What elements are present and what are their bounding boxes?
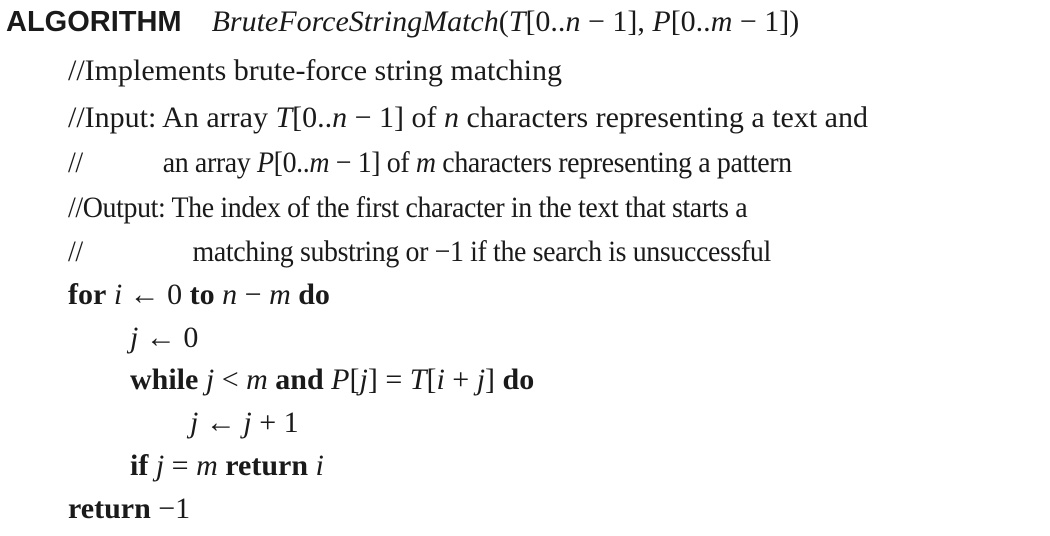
comment-text: //Input: An array — [68, 101, 276, 134]
var-P: P — [331, 363, 350, 396]
keyword-return: return — [225, 449, 309, 482]
comment-text: characters representing a text and — [459, 101, 869, 134]
var-T: T — [275, 101, 293, 134]
assign: ← 0 — [138, 321, 199, 354]
comment-output-cont: // matching substring or −1 if the search… — [68, 234, 771, 270]
code-for-line: for i ← 0 to n − m do — [68, 277, 330, 313]
comment-input-cont: //an array P[0..m − 1] of m characters r… — [68, 145, 792, 181]
code-j-init: j ← 0 — [130, 320, 198, 356]
comment-text: characters representing a pattern — [435, 146, 792, 179]
comment-text: − 1] of — [347, 101, 445, 134]
var-n: n — [444, 101, 460, 134]
algorithm-header: ALGORITHM BruteForceStringMatch(T[0..n − … — [6, 4, 799, 40]
algorithm-keyword: ALGORITHM — [6, 6, 182, 38]
comment-text: matching substring or −1 if the search i… — [192, 235, 772, 268]
keyword-do: do — [502, 363, 535, 396]
var-i: i — [436, 363, 445, 396]
var-m: m — [269, 278, 291, 311]
var-n: n — [332, 101, 348, 134]
bracket: [ — [349, 363, 360, 396]
plus-one: + 1 — [251, 406, 299, 439]
comment-implements: //Implements brute-force string matching — [68, 53, 562, 89]
keyword-if: if — [130, 449, 149, 482]
keyword-while: while — [130, 363, 199, 396]
var-j: j — [476, 363, 486, 396]
return-value: −1 — [150, 492, 191, 525]
param-range: [0.. — [525, 5, 566, 38]
param-T: T — [508, 5, 526, 38]
keyword-return: return — [68, 492, 151, 525]
var-m: m — [246, 363, 268, 396]
keyword-do: do — [298, 278, 330, 311]
plus: + — [444, 363, 477, 396]
code-if-line: if j = m return i — [130, 448, 324, 484]
var-m: m — [415, 146, 436, 179]
equals: = — [164, 449, 197, 482]
comment-text: an array — [162, 146, 257, 179]
param-end: − 1], — [580, 5, 653, 38]
comment-slashes: // — [68, 146, 83, 179]
var-P: P — [256, 146, 274, 179]
var-m: m — [309, 146, 330, 179]
less-than: < — [214, 363, 247, 396]
assign: ← 0 — [122, 278, 190, 311]
param-n: n — [565, 5, 581, 38]
equals: ] = — [367, 363, 410, 396]
keyword-and: and — [275, 363, 324, 396]
comment-text: [0.. — [292, 101, 333, 134]
comment-text: //Implements brute-force string matching — [68, 54, 563, 87]
var-T: T — [409, 363, 427, 396]
var-j: j — [243, 406, 252, 439]
param-end: − 1]) — [732, 5, 800, 38]
var-m: m — [196, 449, 218, 482]
param-range: [0.. — [670, 5, 711, 38]
var-i: i — [113, 278, 123, 311]
code-while-line: while j < m and P[j] = T[i + j] do — [130, 362, 534, 398]
comment-input: //Input: An array T[0..n − 1] of n chara… — [68, 100, 868, 136]
var-j: j — [205, 363, 215, 396]
bracket: [ — [426, 363, 437, 396]
algorithm-name: BruteForceStringMatch — [211, 5, 499, 38]
var-j: j — [155, 449, 165, 482]
keyword-to: to — [189, 278, 215, 311]
assign: ← — [198, 406, 244, 439]
comment-text: //Output: The index of the first charact… — [68, 191, 748, 224]
comment-text: [0.. — [273, 146, 310, 179]
var-i: i — [315, 449, 324, 482]
paren: ( — [498, 5, 509, 38]
code-increment-line: j ← j + 1 — [190, 405, 299, 441]
bracket: ] — [485, 363, 496, 396]
var-n: n — [222, 278, 238, 311]
keyword-for: for — [68, 278, 107, 311]
comment-slashes: // — [68, 235, 83, 268]
minus: − — [237, 278, 270, 311]
code-return-line: return −1 — [68, 491, 190, 527]
var-j: j — [359, 363, 368, 396]
comment-output: //Output: The index of the first charact… — [68, 190, 748, 226]
comment-text: − 1] of — [329, 146, 416, 179]
param-P: P — [652, 5, 671, 38]
param-m: m — [710, 5, 733, 38]
